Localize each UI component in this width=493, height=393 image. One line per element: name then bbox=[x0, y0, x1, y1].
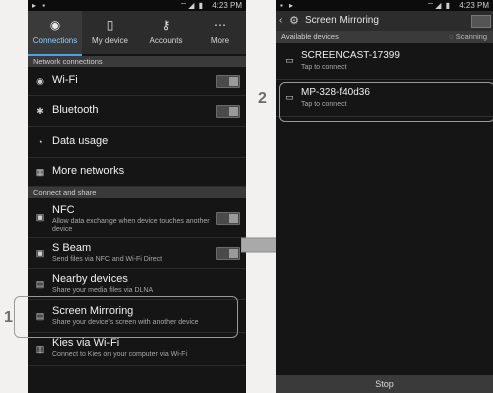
stop-button[interactable]: Stop bbox=[276, 375, 493, 393]
tab-my-device[interactable]: ▯ My device bbox=[82, 11, 138, 54]
nfc-toggle[interactable] bbox=[216, 212, 240, 225]
signal-icon: ⌔◢ ▮ bbox=[179, 1, 204, 10]
more-icon: ⋯ bbox=[214, 18, 226, 32]
available-devices-header: Available devices ◌ Scanning bbox=[276, 31, 493, 43]
bluetooth-icon: ✱ bbox=[36, 106, 44, 116]
status-bar: ▸ ▪ ⌔◢ ▮ 4:23 PM bbox=[28, 0, 246, 11]
screen-mirroring-gear-icon: ⚙ bbox=[289, 15, 299, 27]
row-title: More networks bbox=[52, 165, 125, 177]
row-title: Wi-Fi bbox=[52, 74, 78, 86]
device-item[interactable]: ▭ SCREENCAST-17399 Tap to connect bbox=[276, 45, 493, 80]
nearby-devices-icon: ▤ bbox=[35, 279, 45, 289]
available-devices-label: Available devices bbox=[281, 32, 339, 41]
screen-mirroring-screen: ▪ ▸ ⌔◢ ▮ 4:23 PM ‹ ⚙ Screen Mirroring Av… bbox=[276, 0, 493, 393]
monitor-icon: ▭ bbox=[285, 55, 294, 65]
screen-mirroring-switch[interactable] bbox=[471, 15, 491, 28]
row-title: Kies via Wi-Fi bbox=[52, 337, 120, 349]
tab-label: More bbox=[210, 36, 230, 45]
s-beam-row[interactable]: ▣ S Beam Send files via NFC and Wi-Fi Di… bbox=[28, 238, 246, 269]
status-time: 4:23 PM bbox=[212, 1, 242, 10]
more-networks-icon: ▦ bbox=[35, 167, 45, 177]
callout-number-2: 2 bbox=[258, 90, 267, 107]
section-header-connect-share: Connect and share bbox=[28, 187, 246, 198]
row-title: NFC bbox=[52, 204, 75, 216]
row-subtitle: Send files via NFC and Wi-Fi Direct bbox=[52, 256, 163, 263]
tab-label: My device bbox=[91, 36, 128, 45]
data-usage-icon: ◔ bbox=[37, 137, 43, 147]
key-icon: ⚷ bbox=[161, 18, 171, 32]
row-title: Bluetooth bbox=[52, 104, 99, 116]
wifi-row[interactable]: ◉ Wi-Fi bbox=[28, 68, 246, 96]
nfc-row[interactable]: ▣ NFC Allow data exchange when device to… bbox=[28, 199, 246, 238]
device-icon: ▯ bbox=[106, 18, 114, 32]
device-status: Tap to connect bbox=[301, 64, 347, 71]
tab-connections[interactable]: ◉ Connections bbox=[28, 11, 82, 56]
back-chevron-icon[interactable]: ‹ bbox=[279, 11, 282, 31]
kies-icon: ▥ bbox=[35, 344, 45, 354]
screen-mirroring-highlight bbox=[14, 296, 238, 338]
tab-more[interactable]: ⋯ More bbox=[194, 11, 246, 54]
settings-tab-bar: ◉ Connections ▯ My device ⚷ Accounts ⋯ M… bbox=[28, 11, 246, 56]
app-bar: ‹ ⚙ Screen Mirroring bbox=[276, 11, 493, 31]
row-subtitle: Share your media files via DLNA bbox=[52, 287, 154, 294]
wifi-icon: ◉ bbox=[36, 76, 44, 86]
tab-label: Connections bbox=[32, 36, 78, 45]
s-beam-icon: ▣ bbox=[35, 248, 45, 258]
callout-number-1: 1 bbox=[4, 309, 13, 326]
data-usage-row[interactable]: ◔ Data usage bbox=[28, 127, 246, 158]
row-subtitle: Allow data exchange when device touches … bbox=[52, 218, 210, 233]
status-bar: ▪ ▸ ⌔◢ ▮ 4:23 PM bbox=[276, 0, 493, 11]
bluetooth-toggle[interactable] bbox=[216, 105, 240, 118]
row-title: Nearby devices bbox=[52, 273, 128, 285]
nfc-icon: ▣ bbox=[35, 212, 45, 222]
tab-accounts[interactable]: ⚷ Accounts bbox=[138, 11, 194, 54]
device-name: SCREENCAST-17399 bbox=[301, 50, 400, 61]
scanning-status: ◌ Scanning bbox=[449, 32, 487, 41]
signal-icon: ⌔◢ ▮ bbox=[426, 1, 451, 10]
more-networks-row[interactable]: ▦ More networks bbox=[28, 158, 246, 187]
page-title: Screen Mirroring bbox=[305, 15, 379, 26]
status-time: 4:23 PM bbox=[459, 1, 489, 10]
tab-label: Accounts bbox=[149, 36, 183, 45]
row-title: S Beam bbox=[52, 242, 92, 254]
selected-device-highlight bbox=[279, 82, 493, 122]
wifi-toggle[interactable] bbox=[216, 75, 240, 88]
s-beam-toggle[interactable] bbox=[216, 247, 240, 260]
notification-icons: ▸ ▪ bbox=[32, 1, 48, 10]
bluetooth-row[interactable]: ✱ Bluetooth bbox=[28, 96, 246, 127]
row-title: Data usage bbox=[52, 135, 109, 147]
wifi-icon: ◉ bbox=[49, 18, 61, 32]
section-header-network: Network connections bbox=[28, 56, 246, 67]
row-subtitle: Connect to Kies on your computer via Wi-… bbox=[52, 351, 187, 358]
notification-icons: ▪ ▸ bbox=[280, 1, 296, 10]
